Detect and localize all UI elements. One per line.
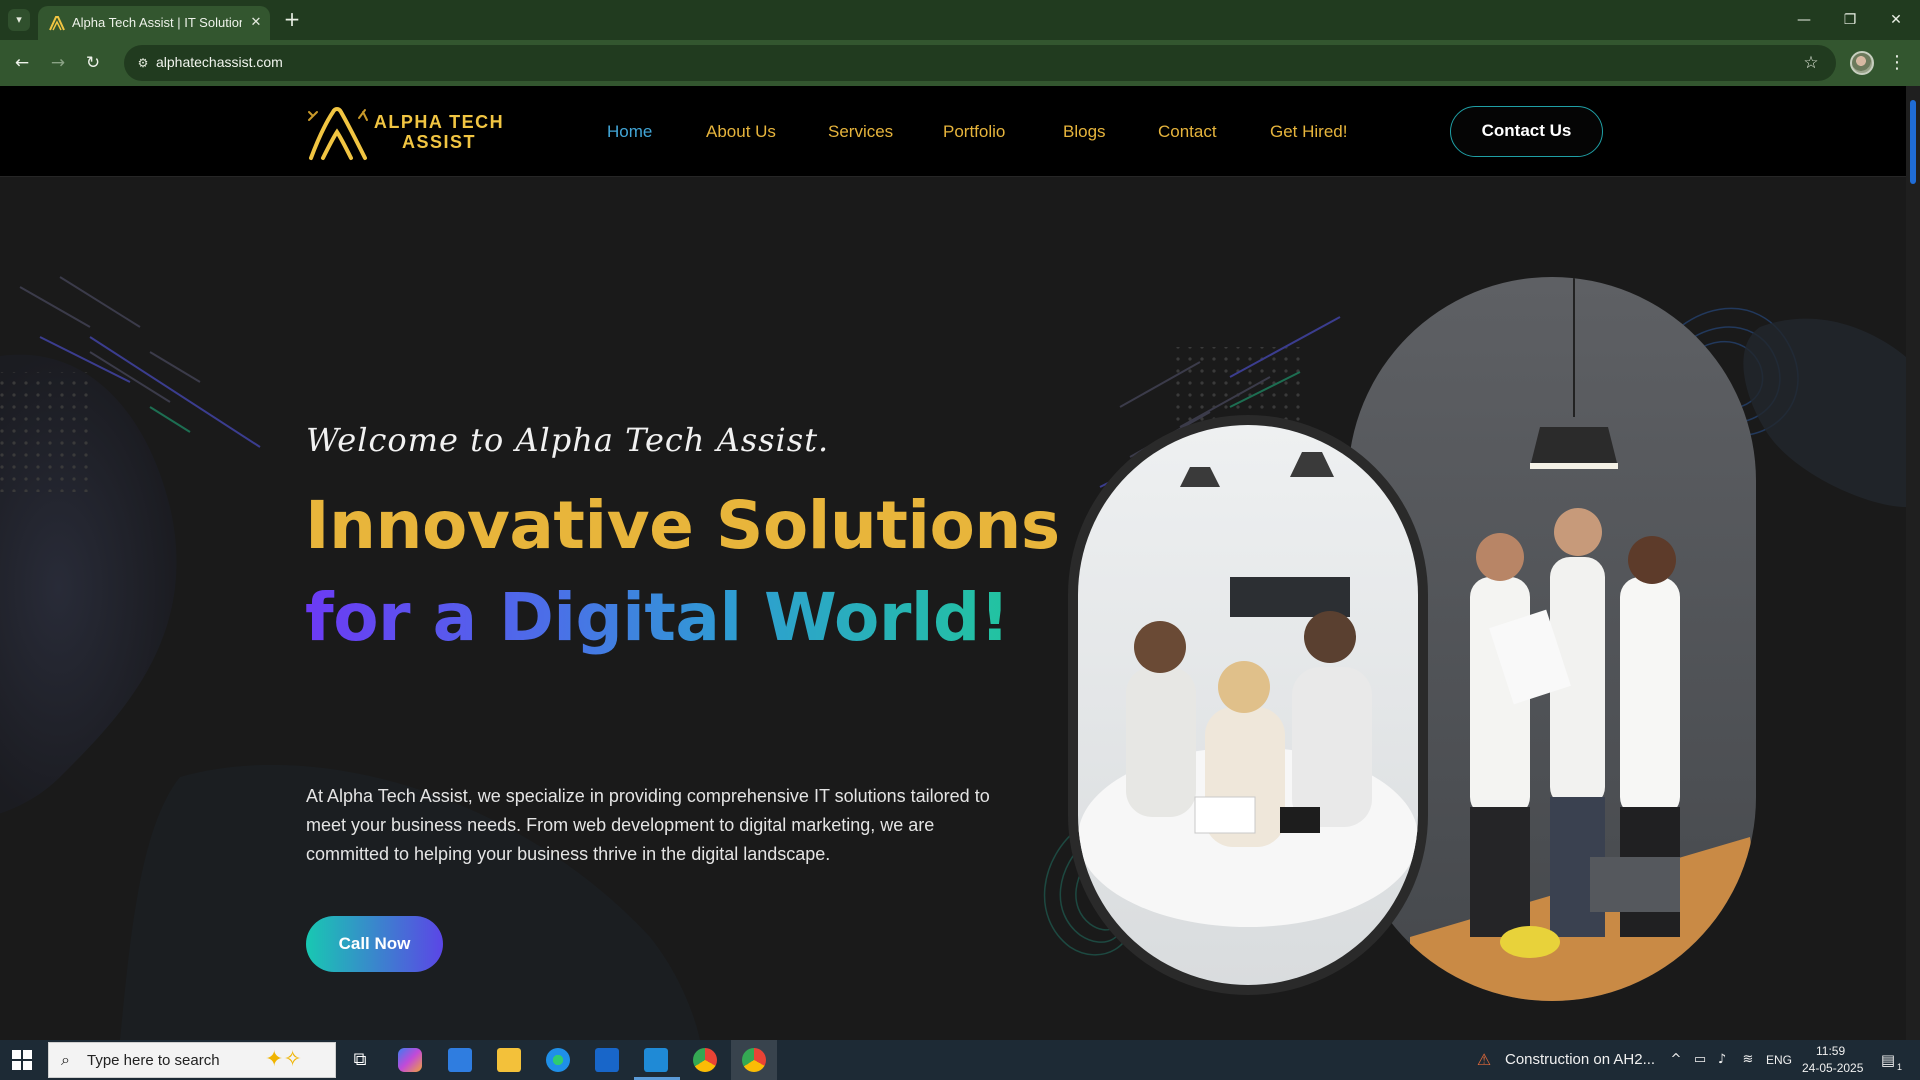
profile-avatar[interactable] (1850, 51, 1874, 75)
logo-wordmark: ALPHA TECH ASSIST (369, 112, 509, 152)
contact-us-button[interactable]: Contact Us (1450, 106, 1603, 157)
restore-icon[interactable]: ❐ (1838, 8, 1862, 32)
nav-home[interactable]: Home (607, 122, 652, 142)
site-info-icon[interactable]: ⚙ (134, 54, 152, 72)
windows-start-icon[interactable] (12, 1050, 32, 1070)
vscode-icon[interactable] (644, 1048, 668, 1072)
taskbar-search-placeholder: Type here to search (87, 1052, 220, 1069)
news-ticker[interactable]: Construction on AH2... (1505, 1051, 1655, 1068)
scrollbar-thumb[interactable] (1910, 100, 1916, 184)
url-text[interactable]: alphatechassist.com (156, 54, 283, 70)
search-highlight-sparkle-icon: ✦✧ (265, 1047, 302, 1072)
news-traffic-icon[interactable]: ⚠ (1476, 1052, 1492, 1068)
edge-browser-icon[interactable] (546, 1048, 570, 1072)
browser-menu-icon[interactable]: ⋮ (1886, 50, 1908, 76)
windows-taskbar: ⌕ Type here to search ✦✧ ⧉ ⚠ Constructio… (0, 1040, 1920, 1080)
hero-section: Welcome to Alpha Tech Assist. Innovative… (0, 177, 1906, 1040)
bookmark-star-icon[interactable]: ☆ (1800, 52, 1822, 74)
alpha-logo-mark-icon (308, 107, 368, 160)
site-header: ALPHA TECH ASSIST Home About Us Services… (0, 86, 1906, 177)
forward-arrow-icon[interactable]: → (45, 50, 71, 76)
browser-tab[interactable]: Alpha Tech Assist | IT Solutions ✕ (38, 6, 270, 40)
browser-toolbar: ← → ↻ ⚙ alphatechassist.com ☆ ⋮ (0, 40, 1920, 86)
hidden-icons-chevron-icon[interactable]: ^ (1668, 1052, 1684, 1068)
nav-services[interactable]: Services (828, 122, 893, 142)
nav-blogs[interactable]: Blogs (1063, 122, 1106, 142)
hero-headline-line-1: Innovative Solutions (305, 487, 1060, 564)
address-bar[interactable]: ⚙ alphatechassist.com ☆ (124, 45, 1836, 81)
outlook-icon[interactable] (595, 1048, 619, 1072)
language-indicator[interactable]: ENG (1766, 1053, 1792, 1067)
chrome-icon[interactable] (693, 1048, 717, 1072)
page-scrollbar[interactable] (1906, 86, 1920, 1040)
hero-team-photo (1068, 277, 1756, 1001)
task-view-icon[interactable]: ⧉ (345, 1045, 375, 1075)
site-logo[interactable]: ALPHA TECH ASSIST (307, 102, 507, 162)
site-favicon-icon (49, 16, 65, 31)
clock-date[interactable]: 24-05-2025 (1802, 1061, 1863, 1075)
logo-line-2: ASSIST (401, 132, 476, 152)
minimize-icon[interactable]: — (1792, 8, 1816, 32)
notification-center-icon[interactable]: ▤ (1880, 1052, 1896, 1068)
microsoft-store-icon[interactable] (448, 1048, 472, 1072)
taskbar-search-box[interactable]: ⌕ Type here to search ✦✧ (48, 1042, 336, 1078)
back-arrow-icon[interactable]: ← (9, 50, 35, 76)
page-viewport: ALPHA TECH ASSIST Home About Us Services… (0, 86, 1906, 1040)
chrome-profile-icon[interactable] (742, 1048, 766, 1072)
meet-now-icon[interactable]: ▭ (1692, 1052, 1708, 1068)
tab-search-chevron-icon[interactable]: ▾ (8, 9, 30, 31)
nav-about-us[interactable]: About Us (706, 122, 776, 142)
hero-welcome-text: Welcome to Alpha Tech Assist. (306, 421, 830, 459)
reload-icon[interactable]: ↻ (80, 50, 106, 76)
tab-title: Alpha Tech Assist | IT Solutions (72, 15, 242, 30)
browser-tab-strip: ▾ Alpha Tech Assist | IT Solutions ✕ + —… (0, 0, 1920, 40)
call-now-button[interactable]: Call Now (306, 916, 443, 972)
wifi-icon[interactable]: ≋ (1740, 1052, 1756, 1068)
volume-icon[interactable]: ♪ (1714, 1052, 1730, 1068)
hero-headline-line-2: for a Digital World! (305, 579, 1010, 656)
file-explorer-icon[interactable] (497, 1048, 521, 1072)
close-window-icon[interactable]: ✕ (1884, 8, 1908, 32)
nav-portfolio[interactable]: Portfolio (943, 122, 1005, 142)
hero-intro-paragraph: At Alpha Tech Assist, we specialize in p… (306, 786, 990, 864)
notification-count-badge: 1 (1897, 1062, 1903, 1072)
nav-get-hired[interactable]: Get Hired! (1270, 122, 1347, 142)
clock-time[interactable]: 11:59 (1816, 1044, 1845, 1058)
search-icon: ⌕ (61, 1050, 70, 1069)
tab-close-icon[interactable]: ✕ (246, 13, 266, 33)
copilot-icon[interactable] (398, 1048, 422, 1072)
logo-line-1: ALPHA TECH (373, 112, 505, 132)
new-tab-plus-icon[interactable]: + (280, 8, 304, 32)
nav-contact[interactable]: Contact (1158, 122, 1217, 142)
